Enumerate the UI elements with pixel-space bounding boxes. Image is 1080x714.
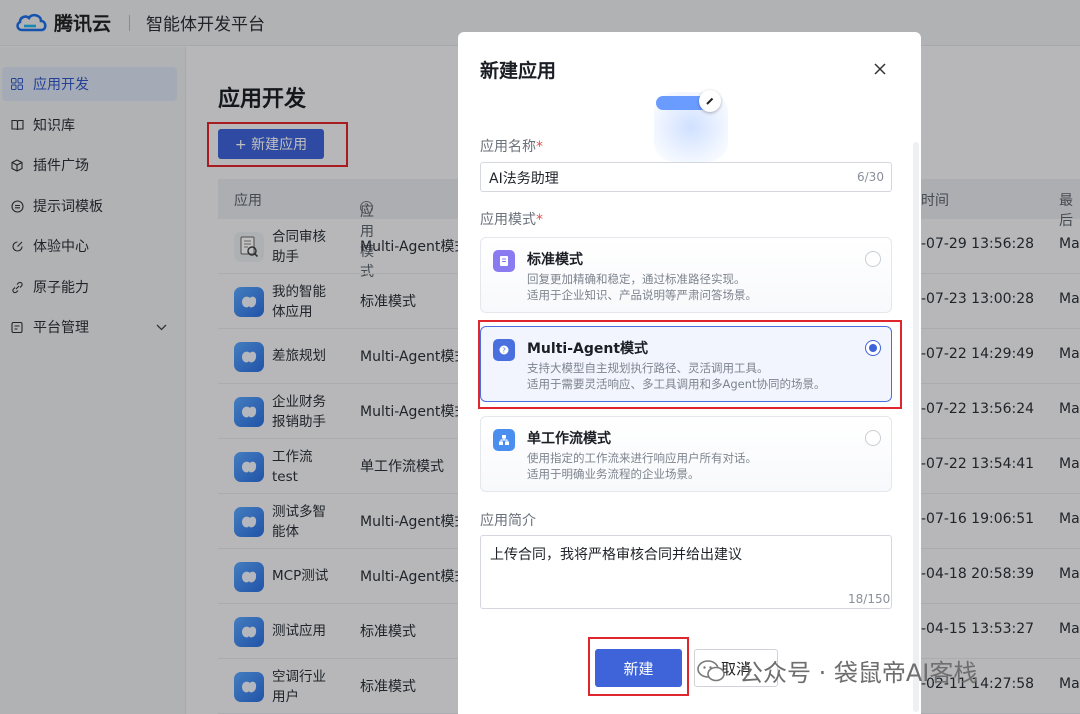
wechat-icon	[697, 659, 725, 681]
new-app-dialog: 新建应用 应用名称* AI法务助理 6/30 应用模式* 标准模式 回复更加精确…	[458, 32, 921, 714]
app-name-input[interactable]: AI法务助理	[480, 162, 892, 192]
name-label-text: 应用名称	[480, 139, 536, 155]
workflow-mode-icon	[493, 429, 515, 451]
watermark-text: 公众号 · 袋鼠帝AI客栈	[739, 659, 978, 687]
mode-title: 标准模式	[527, 252, 583, 268]
mode-desc-line: 使用指定的工作流来进行响应用户所有对话。	[527, 451, 757, 465]
mode-option-standard[interactable]: 标准模式 回复更加精确和稳定，通过标准路径实现。 适用于企业知识、产品说明等严肃问…	[480, 237, 892, 313]
name-counter: 6/30	[857, 170, 884, 184]
mode-desc-line: 适用于企业知识、产品说明等严肃问答场景。	[527, 288, 757, 302]
mode-description: 回复更加精确和稳定，通过标准路径实现。 适用于企业知识、产品说明等严肃问答场景。	[527, 271, 757, 303]
close-icon[interactable]	[874, 56, 886, 80]
edit-avatar-icon[interactable]	[699, 90, 721, 112]
mode-label: 应用模式*	[480, 209, 543, 229]
mode-desc-line: 回复更加精确和稳定，通过标准路径实现。	[527, 272, 746, 286]
required-mark: *	[536, 212, 543, 228]
mode-option-workflow[interactable]: 单工作流模式 使用指定的工作流来进行响应用户所有对话。 适用于明确业务流程的企业场…	[480, 416, 892, 492]
mode-title: 单工作流模式	[527, 431, 611, 447]
desc-counter: 18/150	[848, 592, 891, 606]
mode-label-text: 应用模式	[480, 212, 536, 228]
mode-radio[interactable]	[865, 251, 881, 267]
mode-desc-line: 适用于明确业务流程的企业场景。	[527, 467, 700, 481]
watermark: 公众号 · 袋鼠帝AI客栈	[697, 653, 977, 688]
required-mark: *	[536, 139, 543, 155]
mode-radio[interactable]	[865, 430, 881, 446]
name-label: 应用名称*	[480, 136, 543, 156]
app-description-textarea[interactable]: 上传合同，我将严格审核合同并给出建议	[480, 535, 892, 609]
mode-description: 使用指定的工作流来进行响应用户所有对话。 适用于明确业务流程的企业场景。	[527, 450, 757, 482]
scrollbar[interactable]	[913, 142, 919, 712]
dialog-title: 新建应用	[480, 60, 557, 82]
standard-mode-icon	[493, 250, 515, 272]
highlight-box	[588, 637, 689, 696]
desc-label: 应用简介	[480, 513, 536, 529]
highlight-box	[478, 320, 902, 409]
